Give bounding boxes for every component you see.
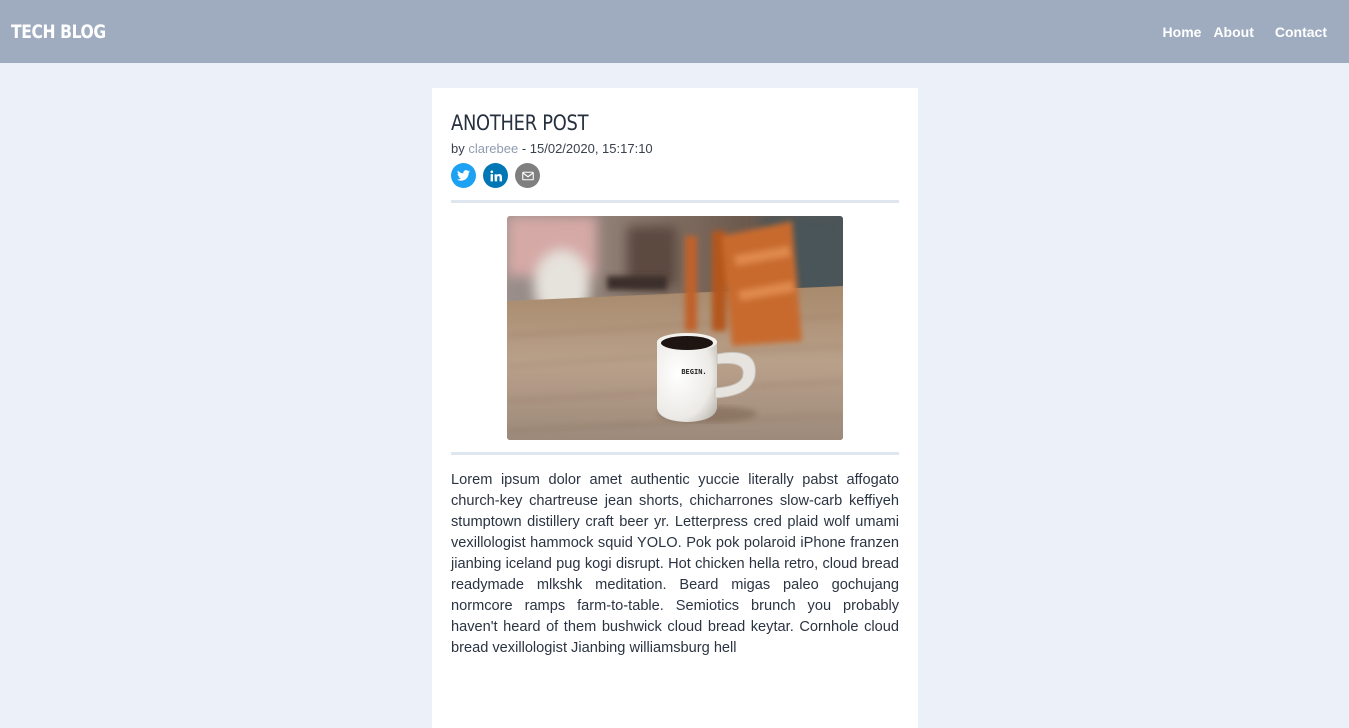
email-share-button[interactable] (515, 163, 540, 188)
post-body: Lorem ipsum dolor amet authentic yuccie … (451, 472, 899, 656)
nav-link-home[interactable]: Home (1163, 24, 1202, 40)
coffee-mug-photo: BEGIN. (507, 216, 843, 440)
brand-logo[interactable]: TECH BLOG (11, 21, 106, 43)
twitter-share-button[interactable] (451, 163, 476, 188)
author-link[interactable]: clarebee (468, 141, 518, 156)
post-meta: by clarebee - 15/02/2020, 15:17:10 (451, 141, 899, 156)
post-date: - 15/02/2020, 15:17:10 (518, 141, 653, 156)
image-divider (451, 452, 899, 455)
navbar: TECH BLOG Home About Contact (0, 0, 1349, 63)
nav-link-contact[interactable]: Contact (1275, 24, 1327, 40)
post-image: BEGIN. (507, 216, 843, 440)
email-icon (521, 171, 534, 180)
linkedin-icon (489, 169, 502, 181)
nav-link-about[interactable]: About (1213, 24, 1253, 40)
share-buttons (451, 163, 899, 188)
nav-links: Home About Contact (1151, 24, 1327, 40)
header-divider (451, 200, 899, 203)
linkedin-share-button[interactable] (483, 163, 508, 188)
mug-label: BEGIN. (681, 368, 706, 376)
twitter-icon (457, 170, 470, 181)
post-title: ANOTHER POST (451, 111, 589, 135)
post-card: ANOTHER POST by clarebee - 15/02/2020, 1… (432, 88, 918, 728)
meta-prefix: by (451, 141, 469, 156)
